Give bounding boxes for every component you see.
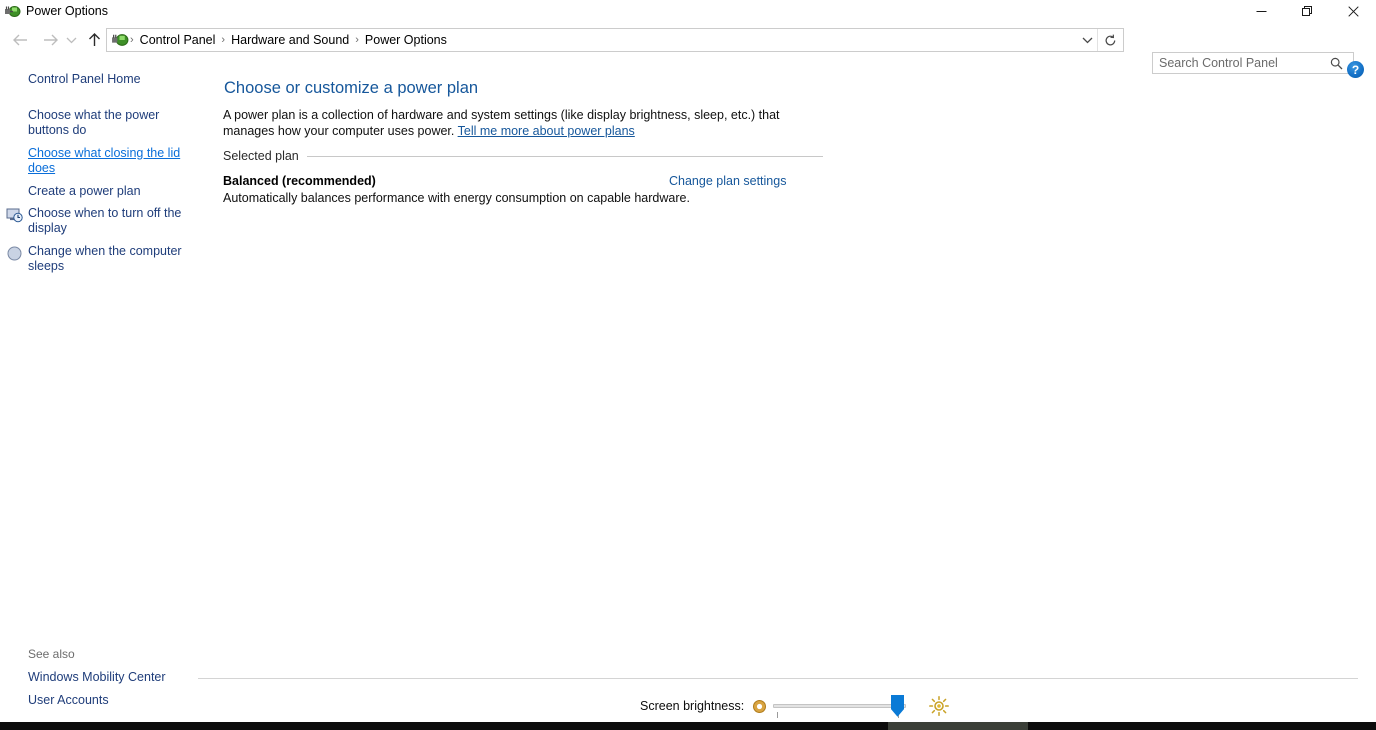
slider-tick [777, 712, 779, 718]
content-pane: Choose or customize a power plan A power… [198, 57, 1376, 722]
dim-sun-icon [753, 699, 767, 713]
slider-track[interactable] [773, 704, 907, 708]
sidebar-item-control-panel-home[interactable]: Control Panel Home [28, 72, 188, 87]
up-button[interactable] [82, 28, 106, 52]
power-options-breadcrumb-icon [112, 34, 129, 46]
address-bar[interactable]: › Control Panel › Hardware and Sound › P… [106, 28, 1124, 52]
bottom-divider [198, 678, 1358, 679]
close-button[interactable] [1330, 0, 1376, 23]
sidebar-item-user-accounts[interactable]: User Accounts [28, 693, 188, 708]
title-bar: Power Options [0, 0, 1376, 23]
taskbar-strip [0, 722, 1376, 730]
sidebar-item-computer-sleeps[interactable]: Change when the computer sleeps [28, 244, 188, 274]
sidebar-item-closing-lid[interactable]: Choose what closing the lid does [28, 146, 188, 176]
display-clock-icon [6, 208, 23, 223]
back-button[interactable] [8, 28, 32, 52]
taskbar-highlight [888, 722, 1028, 730]
window-title: Power Options [26, 4, 108, 18]
bright-sun-icon [929, 696, 950, 716]
sidebar-item-power-buttons[interactable]: Choose what the power buttons do [28, 108, 188, 138]
recent-locations-button[interactable] [62, 28, 80, 52]
plan-name: Balanced (recommended) [223, 174, 376, 188]
refresh-icon[interactable] [1097, 29, 1123, 51]
sidebar-item-turn-off-display[interactable]: Choose when to turn off the display [28, 206, 188, 236]
page-title: Choose or customize a power plan [224, 79, 479, 97]
plan-description: Automatically balances performance with … [223, 191, 690, 205]
minimize-button[interactable] [1238, 0, 1284, 23]
sidebar-item-create-power-plan[interactable]: Create a power plan [28, 184, 188, 199]
group-divider [306, 155, 823, 157]
breadcrumb-power-options[interactable]: Power Options [360, 29, 452, 51]
moon-sleep-icon [7, 246, 22, 261]
sidebar-item-windows-mobility-center[interactable]: Windows Mobility Center [28, 670, 188, 685]
selected-plan-group-header: Selected plan [223, 149, 823, 163]
selected-plan-label: Selected plan [223, 149, 299, 163]
breadcrumb-control-panel[interactable]: Control Panel [135, 29, 221, 51]
brightness-slider[interactable] [773, 695, 923, 718]
screen-brightness-control: Screen brightness: [640, 695, 950, 718]
restore-button[interactable] [1284, 0, 1330, 23]
see-also-label: See also [28, 647, 75, 661]
sidebar: Control Panel Home Choose what the power… [0, 57, 198, 722]
slider-thumb[interactable] [891, 695, 905, 717]
tell-me-more-link[interactable]: Tell me more about power plans [458, 124, 635, 138]
screen-brightness-label: Screen brightness: [640, 699, 745, 713]
intro-paragraph: A power plan is a collection of hardware… [223, 107, 813, 139]
change-plan-settings-link[interactable]: Change plan settings [669, 174, 786, 188]
navigation-bar: › Control Panel › Hardware and Sound › P… [0, 23, 1376, 74]
breadcrumb-hardware-and-sound[interactable]: Hardware and Sound [226, 29, 354, 51]
power-plug-battery-icon [5, 6, 21, 17]
chevron-down-icon[interactable] [1077, 29, 1097, 51]
forward-button[interactable] [38, 28, 62, 52]
